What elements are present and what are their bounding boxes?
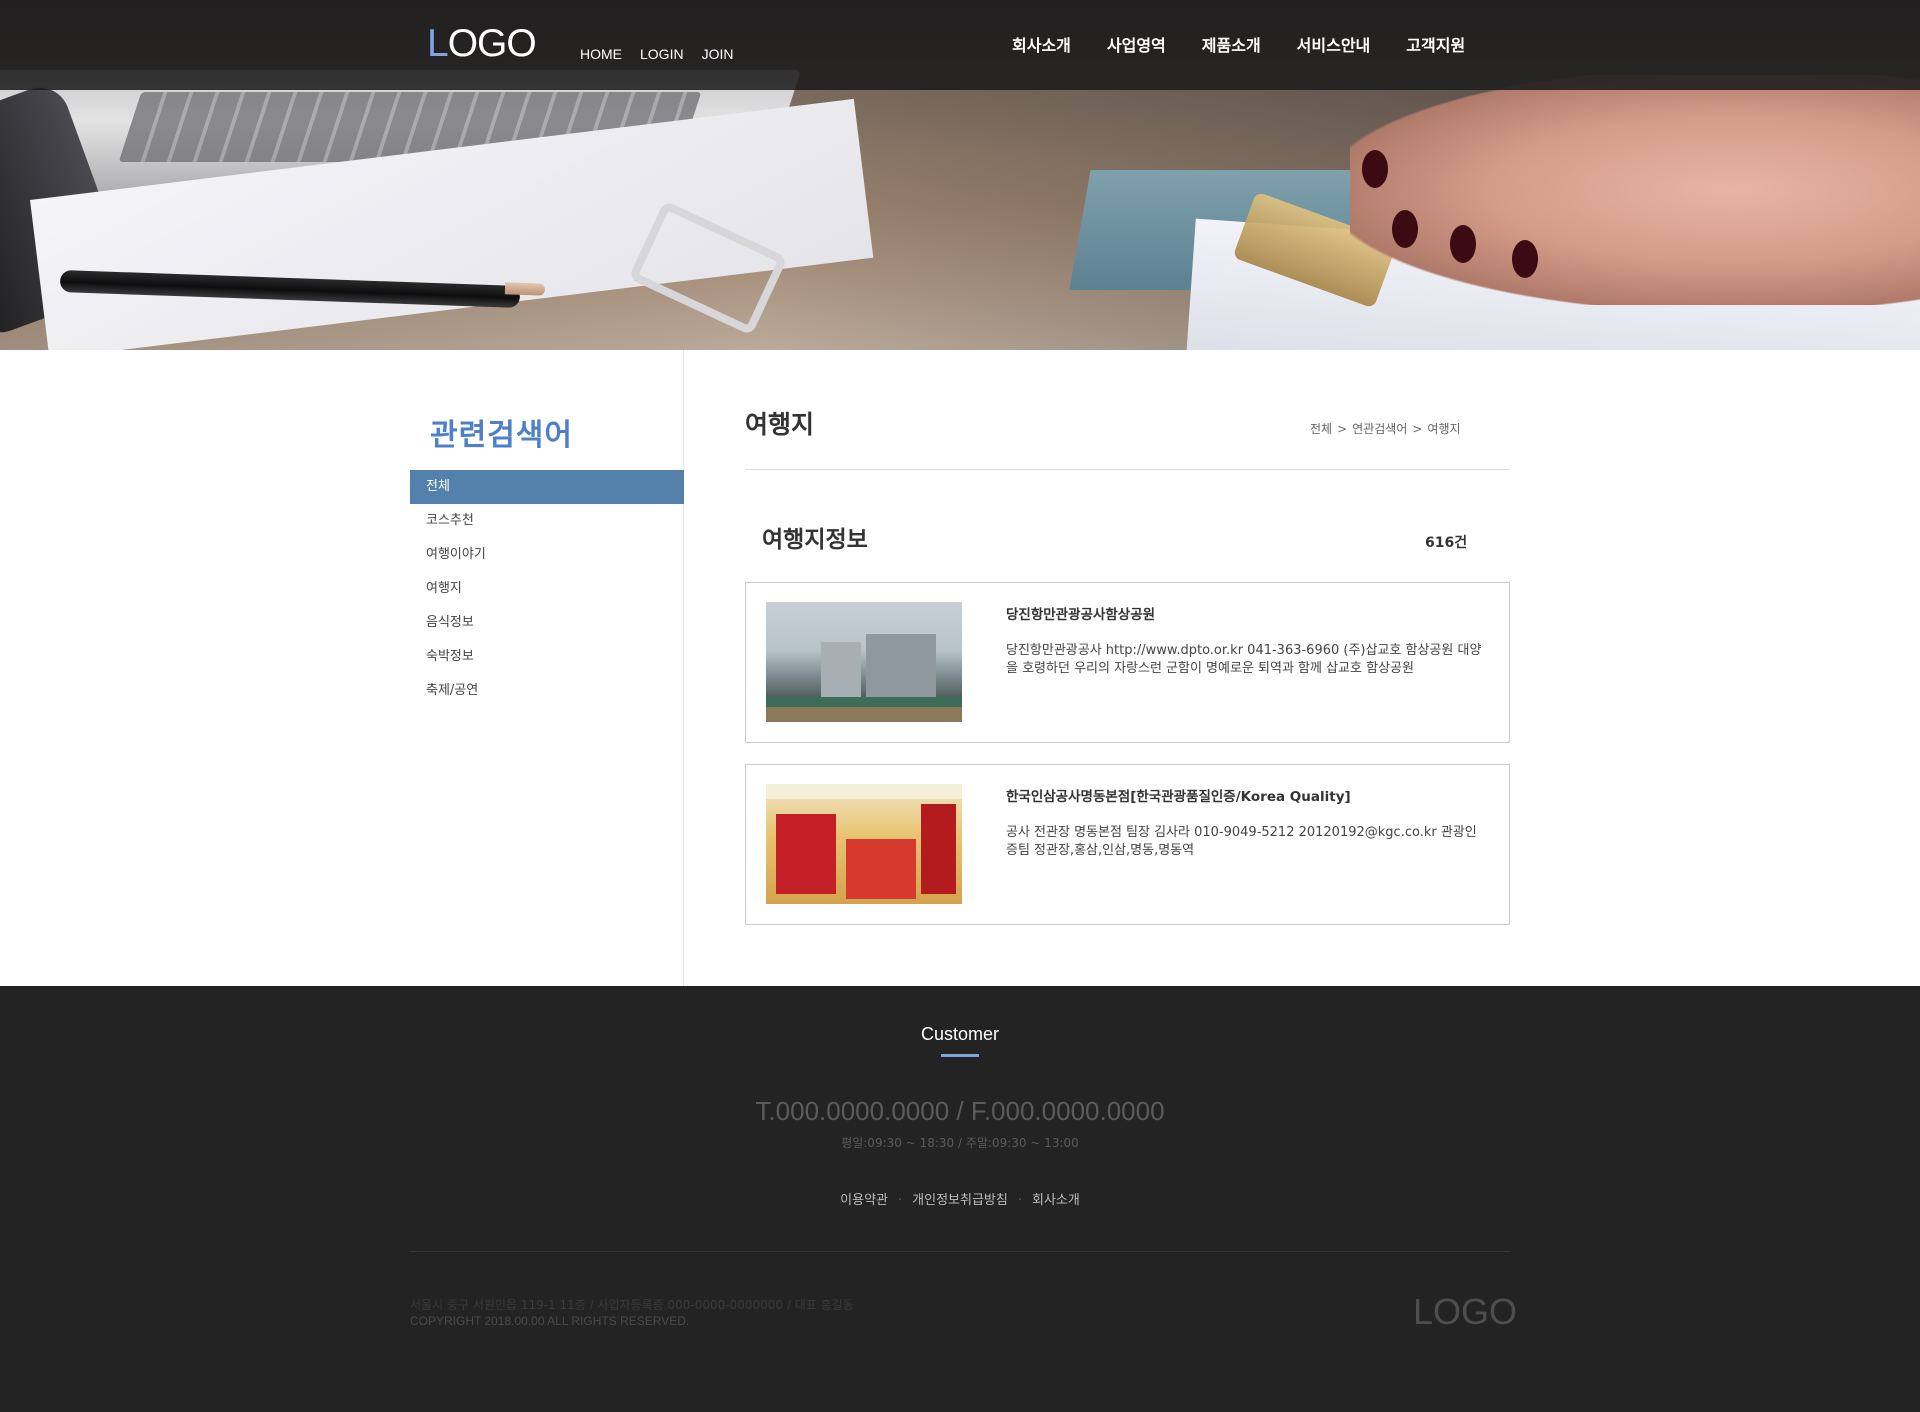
nail-2 <box>1392 210 1418 248</box>
result-count: 616건 <box>1425 535 1468 551</box>
result-title[interactable]: 당진항만관광공사함상공원 <box>1006 603 1155 623</box>
footer-hours: 평일:09:30 ~ 18:30 / 주말:09:30 ~ 13:00 <box>841 1136 1079 1150</box>
pen-tip <box>504 282 546 296</box>
footer-divider <box>410 1251 1510 1252</box>
title-divider <box>745 469 1510 470</box>
sidebar-item-festival[interactable]: 축제/공연 <box>410 674 684 708</box>
main-nav-company[interactable]: 회사소개 <box>1012 32 1071 56</box>
ceiling-shape <box>766 784 962 799</box>
logo-text: OGO <box>447 22 537 65</box>
nail-1 <box>1362 150 1388 188</box>
nail-4 <box>1512 240 1538 278</box>
ground-shape <box>766 707 962 722</box>
logo-accent-letter: L <box>427 22 449 65</box>
nav-join-link[interactable]: JOIN <box>702 46 734 62</box>
main-nav-services[interactable]: 서비스안내 <box>1297 32 1371 56</box>
sidebar-item-food[interactable]: 음식정보 <box>410 606 684 640</box>
ship-shape <box>866 634 936 706</box>
section-title: 여행지정보 <box>762 527 868 553</box>
page-title: 여행지 <box>745 410 815 439</box>
result-card[interactable]: 당진항만관광공사함상공원 당진항만관광공사 http://www.dpto.or… <box>745 582 1510 743</box>
breadcrumb-item-current: 여행지 <box>1427 422 1461 436</box>
footer-link-privacy[interactable]: 개인정보취급방침 <box>912 1193 1008 1208</box>
breadcrumb-item[interactable]: 연관검색어 <box>1352 422 1407 436</box>
sidebar-item-destination[interactable]: 여행지 <box>410 572 684 606</box>
result-description: 공사 전관장 명동본점 팀장 김사라 010-9049-5212 2012019… <box>1006 825 1477 858</box>
nav-home-link[interactable]: HOME <box>580 46 622 62</box>
site-logo[interactable]: LOGO <box>427 22 537 66</box>
footer-logo[interactable]: LOGO <box>1413 1291 1517 1333</box>
pier-shape <box>766 697 962 707</box>
sidebar-menu: 전체 코스추천 여행이야기 여행지 음식정보 숙박정보 축제/공연 <box>410 470 684 708</box>
result-description: 당진항만관광공사 http://www.dpto.or.kr 041-363-6… <box>1006 643 1482 676</box>
result-card[interactable]: 한국인삼공사명동본점[한국관광품질인증/Korea Quality] 공사 전관… <box>745 764 1510 925</box>
main-nav-support[interactable]: 고객지원 <box>1406 32 1465 56</box>
footer-title: Customer <box>920 1024 1000 1044</box>
footer-link-terms[interactable]: 이용약관 <box>840 1193 888 1208</box>
footer-phone: T.000.0000.0000 / F.000.0000.0000 <box>755 1096 1165 1126</box>
sidebar-item-all[interactable]: 전체 <box>410 470 684 504</box>
footer-copyright: COPYRIGHT 2018.00.00 ALL RIGHTS RESERVED… <box>410 1314 690 1328</box>
result-thumbnail[interactable] <box>766 784 962 904</box>
breadcrumb: 전체 > 연관검색어 > 여행지 <box>1310 420 1461 437</box>
footer-link-separator: · <box>898 1193 903 1208</box>
product-display <box>776 814 836 894</box>
sidebar-item-course[interactable]: 코스추천 <box>410 504 684 538</box>
sidebar-title: 관련검색어 <box>430 418 573 453</box>
sidebar-item-story[interactable]: 여행이야기 <box>410 538 684 572</box>
result-title[interactable]: 한국인삼공사명동본점[한국관광품질인증/Korea Quality] <box>1006 785 1351 805</box>
footer-link-company[interactable]: 회사소개 <box>1032 1193 1080 1208</box>
product-display <box>921 804 956 894</box>
hand-image <box>1350 75 1920 305</box>
footer: Customer T.000.0000.0000 / F.000.0000.00… <box>0 986 1920 1412</box>
footer-links: 이용약관 · 개인정보취급방침 · 회사소개 <box>0 1189 1920 1208</box>
product-display <box>846 839 916 899</box>
main-nav-products[interactable]: 제품소개 <box>1202 32 1261 56</box>
main-nav-business[interactable]: 사업영역 <box>1107 32 1166 56</box>
breadcrumb-separator: > <box>1412 422 1423 436</box>
nav-login-link[interactable]: LOGIN <box>640 46 684 62</box>
main-nav: 회사소개 사업영역 제품소개 서비스안내 고객지원 <box>1012 32 1465 56</box>
footer-link-separator: · <box>1017 1193 1022 1208</box>
footer-address: 서울시 중구 서원인읍 119-1 11층 / 사업자등록증 000-0000-… <box>410 1298 854 1312</box>
utility-nav: HOME LOGIN JOIN <box>580 46 733 62</box>
result-thumbnail[interactable] <box>766 602 962 722</box>
top-navigation-bar: LOGO HOME LOGIN JOIN 회사소개 사업영역 제품소개 서비스안… <box>0 0 1920 90</box>
breadcrumb-separator: > <box>1337 422 1348 436</box>
breadcrumb-item[interactable]: 전체 <box>1310 422 1332 436</box>
sidebar-item-lodging[interactable]: 숙박정보 <box>410 640 684 674</box>
nail-3 <box>1450 225 1476 263</box>
footer-title-underline <box>941 1054 979 1057</box>
